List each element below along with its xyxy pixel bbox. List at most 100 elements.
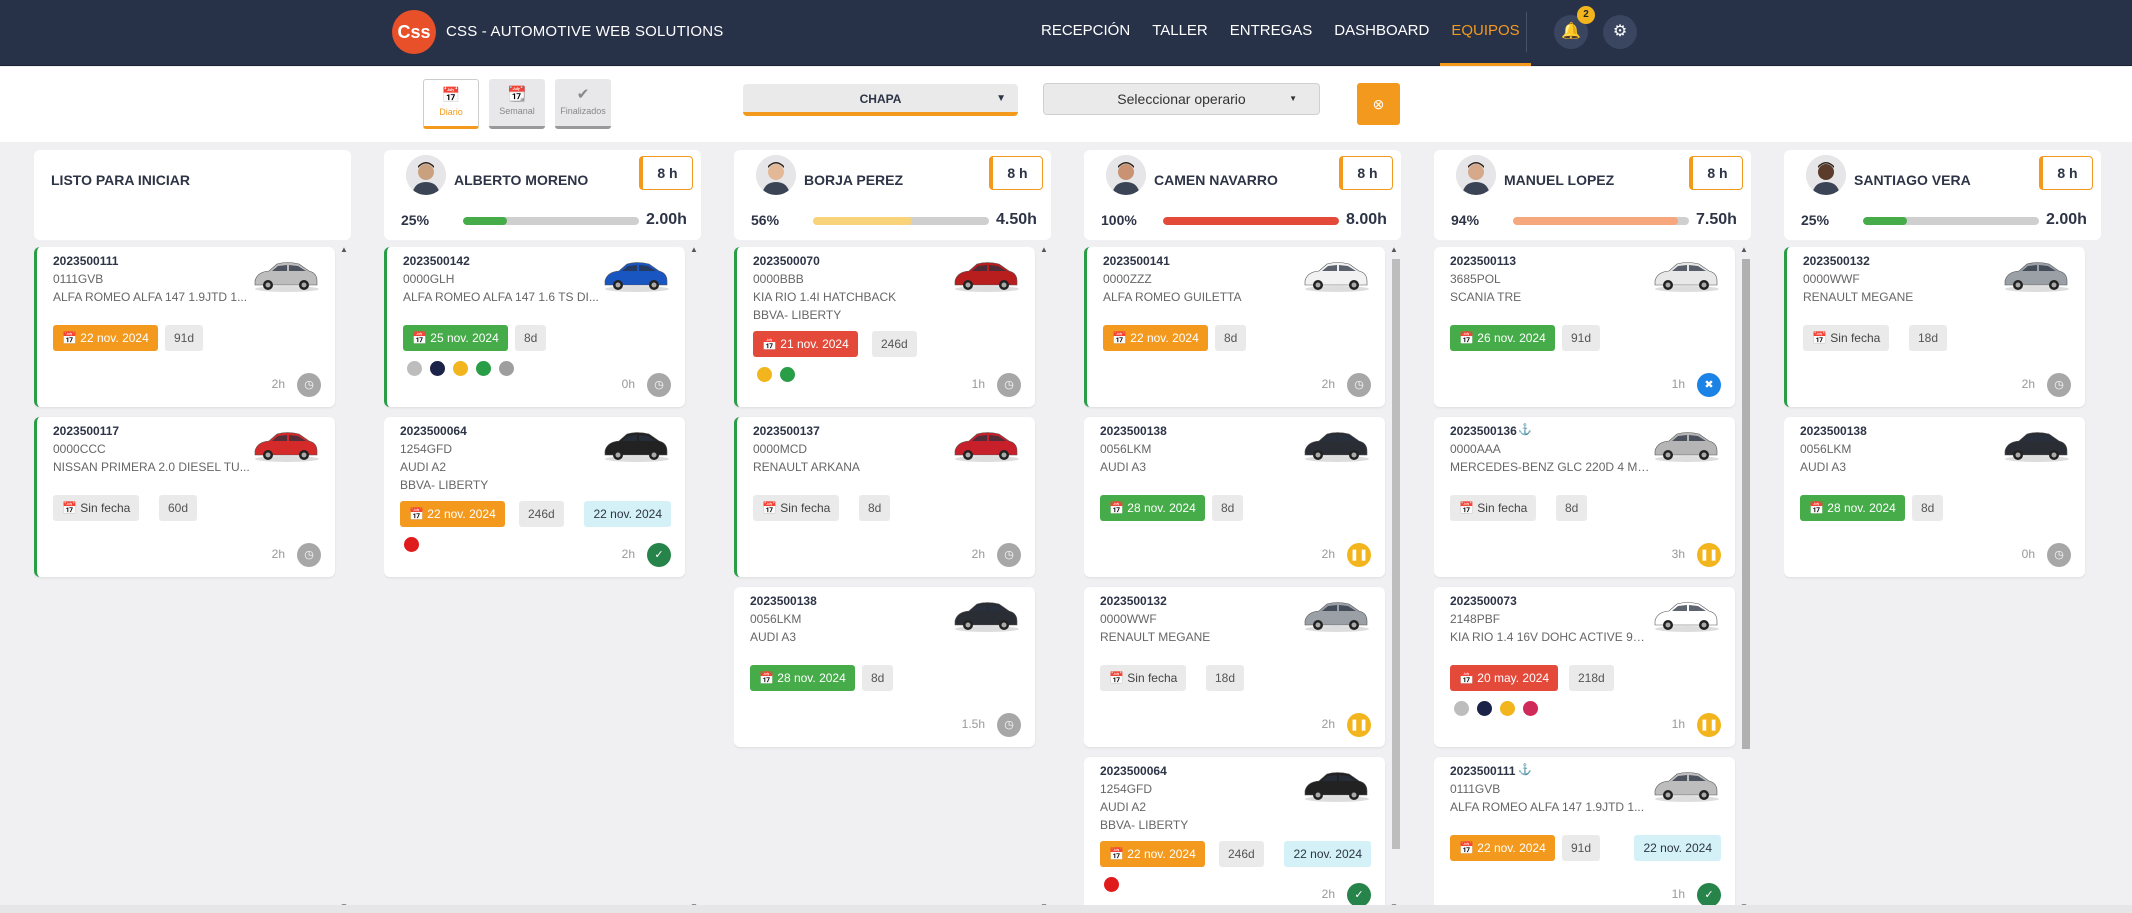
car-thumbnail	[951, 255, 1021, 295]
work-order-card[interactable]: 2023500141 0000ZZZ ALFA ROMEO GUILETTA 📅 22…	[1084, 247, 1385, 407]
scroll-up-icon[interactable]: ▲	[1740, 245, 1748, 254]
board-column: BORJA PEREZ 8 h 56% 4.50h 2023500070 0000BBB K…	[734, 150, 1051, 913]
clock-icon[interactable]: ◷	[297, 543, 321, 567]
load-percent: 56%	[751, 212, 780, 228]
load-progress-fill	[463, 217, 507, 225]
wrench-icon[interactable]: ✖	[1697, 373, 1721, 397]
column-scrollbar[interactable]: ▲▼	[690, 245, 700, 913]
column-scrollbar[interactable]: ▲▼	[340, 245, 350, 913]
age-days-badge: 8d	[1212, 495, 1244, 521]
color-tags	[757, 367, 795, 382]
column-title: LISTO PARA INICIAR	[51, 172, 190, 188]
car-thumbnail	[2001, 255, 2071, 295]
calendar-icon: 📅	[1459, 841, 1478, 855]
pause-icon[interactable]: ❚❚	[1697, 543, 1721, 567]
load-progress-bar	[1163, 217, 1339, 225]
column-scrollbar[interactable]: ▲▼	[1040, 245, 1050, 913]
column-title: MANUEL LOPEZ	[1504, 172, 1615, 188]
vehicle-model: AUDI A3	[1800, 460, 1847, 474]
age-days-badge: 8d	[1912, 495, 1944, 521]
scroll-thumb[interactable]	[1392, 259, 1400, 849]
vehicle-model: AUDI A2	[1100, 800, 1147, 814]
car-thumbnail	[1301, 425, 1371, 465]
vehicle-model: AUDI A3	[750, 630, 797, 644]
order-id: 2023500132	[1100, 594, 1167, 608]
estimated-time: 2h	[271, 377, 285, 391]
work-order-card[interactable]: 2023500117 0000CCC NISSAN PRIMERA 2.0 DIES…	[34, 417, 335, 577]
clock-icon[interactable]: ◷	[1347, 373, 1371, 397]
plate-number: 0000CCC	[53, 442, 106, 456]
check-icon[interactable]: ✓	[1697, 883, 1721, 907]
scroll-up-icon[interactable]: ▲	[1390, 245, 1398, 254]
work-order-card[interactable]: 2023500138 0056LKM AUDI A3 📅 28 nov. 2024 8d…	[1084, 417, 1385, 577]
due-date-text: 28 nov. 2024	[1827, 501, 1896, 515]
scroll-up-icon[interactable]: ▲	[340, 245, 348, 254]
column-scrollbar[interactable]: ▲▼	[1740, 245, 1750, 913]
vehicle-model: RENAULT MEGANE	[1100, 630, 1211, 644]
load-progress-fill	[1863, 217, 1907, 225]
board-column: CAMEN NAVARRO 8 h 100% 8.00h 2023500141 0000Z…	[1084, 150, 1401, 913]
clock-icon[interactable]: ◷	[997, 373, 1021, 397]
pause-icon[interactable]: ❚❚	[1697, 713, 1721, 737]
work-order-card[interactable]: 2023500132 0000WWF RENAULT MEGANE 📅 Sin fec…	[1784, 247, 2085, 407]
clear-filter-button[interactable]: ⊗	[1357, 83, 1400, 125]
clock-icon[interactable]: ◷	[2047, 373, 2071, 397]
column-scrollbar[interactable]: ▲▼	[1390, 245, 1400, 913]
check-icon[interactable]: ✓	[647, 543, 671, 567]
pause-icon[interactable]: ❚❚	[1347, 543, 1371, 567]
top-navbar: Css CSS - AUTOMOTIVE WEB SOLUTIONS RECEP…	[0, 0, 2132, 66]
nav-equipos[interactable]: EQUIPOS	[1440, 0, 1531, 66]
work-order-card[interactable]: 2023500132 0000WWF RENAULT MEGANE 📅 Sin fec…	[1084, 587, 1385, 747]
clock-icon[interactable]: ◷	[997, 543, 1021, 567]
gear-icon[interactable]: ⚙	[1603, 15, 1637, 49]
calendar-icon: 📅	[1109, 847, 1128, 861]
company-logo[interactable]: Css	[392, 10, 436, 54]
nav-recepcion[interactable]: RECEPCIÓN	[1030, 0, 1141, 66]
section-select[interactable]: CHAPA ▼	[743, 84, 1018, 116]
check-icon[interactable]: ✓	[1347, 883, 1371, 907]
work-order-card[interactable]: 2023500136 0000AAA MERCEDES-BENZ GLC 220D …	[1434, 417, 1735, 577]
due-date-badge: 📅 20 may. 2024	[1450, 665, 1559, 691]
clock-icon[interactable]: ◷	[647, 373, 671, 397]
due-date-text: Sin fecha	[780, 501, 831, 515]
scroll-up-icon[interactable]: ▲	[690, 245, 698, 254]
age-days-badge: 8d	[515, 325, 547, 351]
clock-icon[interactable]: ◷	[297, 373, 321, 397]
order-id: 2023500138	[750, 594, 817, 608]
nav-dashboard[interactable]: DASHBOARD	[1323, 0, 1440, 66]
view-diario-button[interactable]: 📅 Diario	[423, 79, 479, 129]
color-tag-dot	[499, 361, 514, 376]
close-circle-icon: ⊗	[1372, 96, 1385, 112]
age-days-badge: 18d	[1206, 665, 1245, 691]
card-list: 2023500111 0111GVB ALFA ROMEO ALFA 147 1.9…	[34, 247, 351, 913]
calendar-icon: 📅	[409, 507, 428, 521]
work-order-card[interactable]: 2023500113 3685POL SCANIA TRE 📅 26 nov. 202…	[1434, 247, 1735, 407]
work-order-card[interactable]: 2023500073 2148PBF KIA RIO 1.4 16V DOHC AC…	[1434, 587, 1735, 747]
load-percent: 100%	[1101, 212, 1137, 228]
color-tags	[404, 537, 419, 552]
work-order-card[interactable]: 2023500111 0111GVB ALFA ROMEO ALFA 147 1.9…	[34, 247, 335, 407]
view-semanal-button[interactable]: 📆 Semanal	[489, 79, 545, 129]
work-order-card[interactable]: 2023500064 1254GFD AUDI A2 BBVA- LIBERTY 📅 2…	[1084, 757, 1385, 913]
pause-icon[interactable]: ❚❚	[1347, 713, 1371, 737]
clock-icon[interactable]: ◷	[2047, 543, 2071, 567]
color-tags	[1104, 877, 1119, 892]
work-order-card[interactable]: 2023500138 0056LKM AUDI A3 📅 28 nov. 2024 8d…	[734, 587, 1035, 747]
age-days-badge: 246d	[1219, 841, 1264, 867]
clock-icon[interactable]: ◷	[997, 713, 1021, 737]
work-order-card[interactable]: 2023500064 1254GFD AUDI A2 BBVA- LIBERTY 📅 2…	[384, 417, 685, 577]
work-order-card[interactable]: 2023500138 0056LKM AUDI A3 📅 28 nov. 2024 8d…	[1784, 417, 2085, 577]
view-finalizados-button[interactable]: ✔ Finalizados	[555, 79, 611, 129]
nav-taller[interactable]: TALLER	[1141, 0, 1219, 66]
work-order-card[interactable]: 2023500142 0000GLH ALFA ROMEO ALFA 147 1.6…	[384, 247, 685, 407]
nav-entregas[interactable]: ENTREGAS	[1219, 0, 1324, 66]
scroll-up-icon[interactable]: ▲	[1040, 245, 1048, 254]
work-order-card[interactable]: 2023500070 0000BBB KIA RIO 1.4I HATCHBACK B…	[734, 247, 1035, 407]
load-progress-bar	[1863, 217, 2039, 225]
load-percent: 94%	[1451, 212, 1480, 228]
work-order-card[interactable]: 2023500111 0111GVB ALFA ROMEO ALFA 147 1.9…	[1434, 757, 1735, 913]
scroll-thumb[interactable]	[1742, 259, 1750, 749]
due-date-badge: 📅 22 nov. 2024	[53, 325, 158, 351]
work-order-card[interactable]: 2023500137 0000MCD RENAULT ARKANA 📅 Sin fec…	[734, 417, 1035, 577]
operator-select[interactable]: Seleccionar operario ▼	[1043, 83, 1320, 115]
